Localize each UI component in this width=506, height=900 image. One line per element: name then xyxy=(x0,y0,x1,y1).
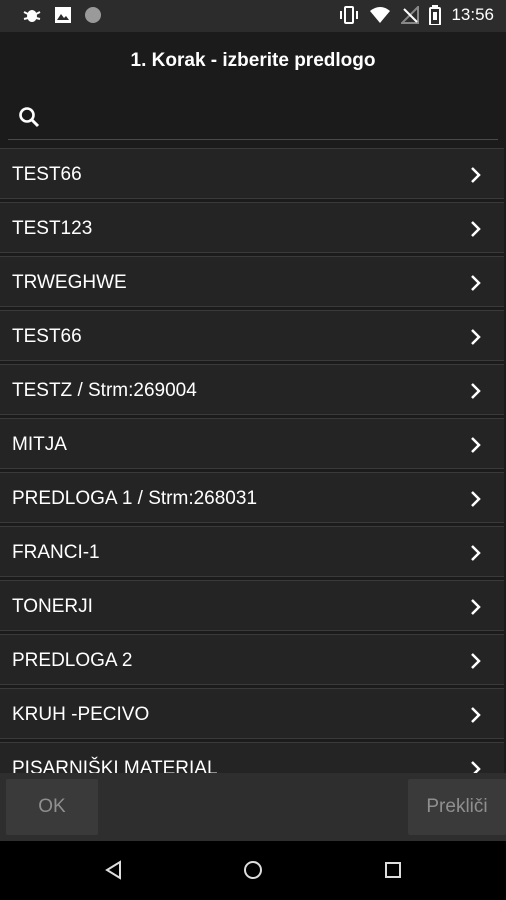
list-item-label: TEST66 xyxy=(12,326,82,347)
chevron-right-icon xyxy=(470,328,482,351)
list-item-label: TRWEGHWE xyxy=(12,272,127,293)
chevron-right-icon xyxy=(470,220,482,243)
chevron-right-icon xyxy=(470,274,482,297)
chevron-right-icon xyxy=(470,490,482,513)
list-item[interactable]: TRWEGHWE xyxy=(0,256,504,307)
list-item[interactable]: TONERJI xyxy=(0,580,504,631)
navigation-bar xyxy=(0,841,506,900)
status-bar: 13:56 xyxy=(0,0,506,32)
list-item-label: PREDLOGA 2 xyxy=(12,650,133,671)
list-item[interactable]: PREDLOGA 2 xyxy=(0,634,504,685)
list-item[interactable]: PISARNIŠKI MATERIAL xyxy=(0,742,504,773)
wifi-icon xyxy=(369,6,391,24)
list-item[interactable]: TEST66 xyxy=(0,148,504,199)
circle-icon xyxy=(84,6,102,24)
status-time: 13:56 xyxy=(451,5,494,24)
list-item[interactable]: KRUH -PECIVO xyxy=(0,688,504,739)
page-title: 1. Korak - izberite predlogo xyxy=(130,50,376,71)
ok-button[interactable]: OK xyxy=(6,779,98,835)
chevron-right-icon xyxy=(470,382,482,405)
cancel-button[interactable]: Prekliči xyxy=(408,779,506,835)
list-item[interactable]: MITJA xyxy=(0,418,504,469)
list-item-label: KRUH -PECIVO xyxy=(12,704,150,725)
template-list: TEST66 TEST123 TRWEGHWE TEST66 TESTZ / S… xyxy=(0,148,506,773)
chevron-right-icon xyxy=(470,544,482,567)
list-item-label: PREDLOGA 1 / Strm:268031 xyxy=(12,488,258,509)
image-icon xyxy=(54,6,72,24)
list-item[interactable]: TESTZ / Strm:269004 xyxy=(0,364,504,415)
search-icon[interactable] xyxy=(18,106,40,133)
chevron-right-icon xyxy=(470,760,482,773)
vibrate-icon xyxy=(339,5,359,25)
list-item-label: TEST66 xyxy=(12,164,82,185)
list-item-label: TESTZ / Strm:269004 xyxy=(12,380,197,401)
list-item[interactable]: TEST123 xyxy=(0,202,504,253)
list-item-label: MITJA xyxy=(12,434,67,455)
list-item[interactable]: FRANCI-1 xyxy=(0,526,504,577)
bug-icon xyxy=(22,6,42,24)
list-item[interactable]: TEST66 xyxy=(0,310,504,361)
chevron-right-icon xyxy=(470,436,482,459)
home-icon[interactable] xyxy=(243,860,263,885)
no-signal-icon xyxy=(401,6,420,24)
chevron-right-icon xyxy=(470,166,482,189)
chevron-right-icon xyxy=(470,706,482,729)
chevron-right-icon xyxy=(470,598,482,621)
recents-icon[interactable] xyxy=(383,860,403,885)
action-bar: OK Prekliči xyxy=(0,773,506,841)
battery-icon xyxy=(429,5,442,25)
list-item-label: PISARNIŠKI MATERIAL xyxy=(12,758,218,773)
search-input[interactable] xyxy=(52,100,496,134)
chevron-right-icon xyxy=(470,652,482,675)
list-item-label: TONERJI xyxy=(12,596,93,617)
search-bar[interactable] xyxy=(8,94,498,140)
list-item[interactable]: PREDLOGA 1 / Strm:268031 xyxy=(0,472,504,523)
back-icon[interactable] xyxy=(104,860,124,885)
list-item-label: FRANCI-1 xyxy=(12,542,100,563)
list-item-label: TEST123 xyxy=(12,218,93,239)
